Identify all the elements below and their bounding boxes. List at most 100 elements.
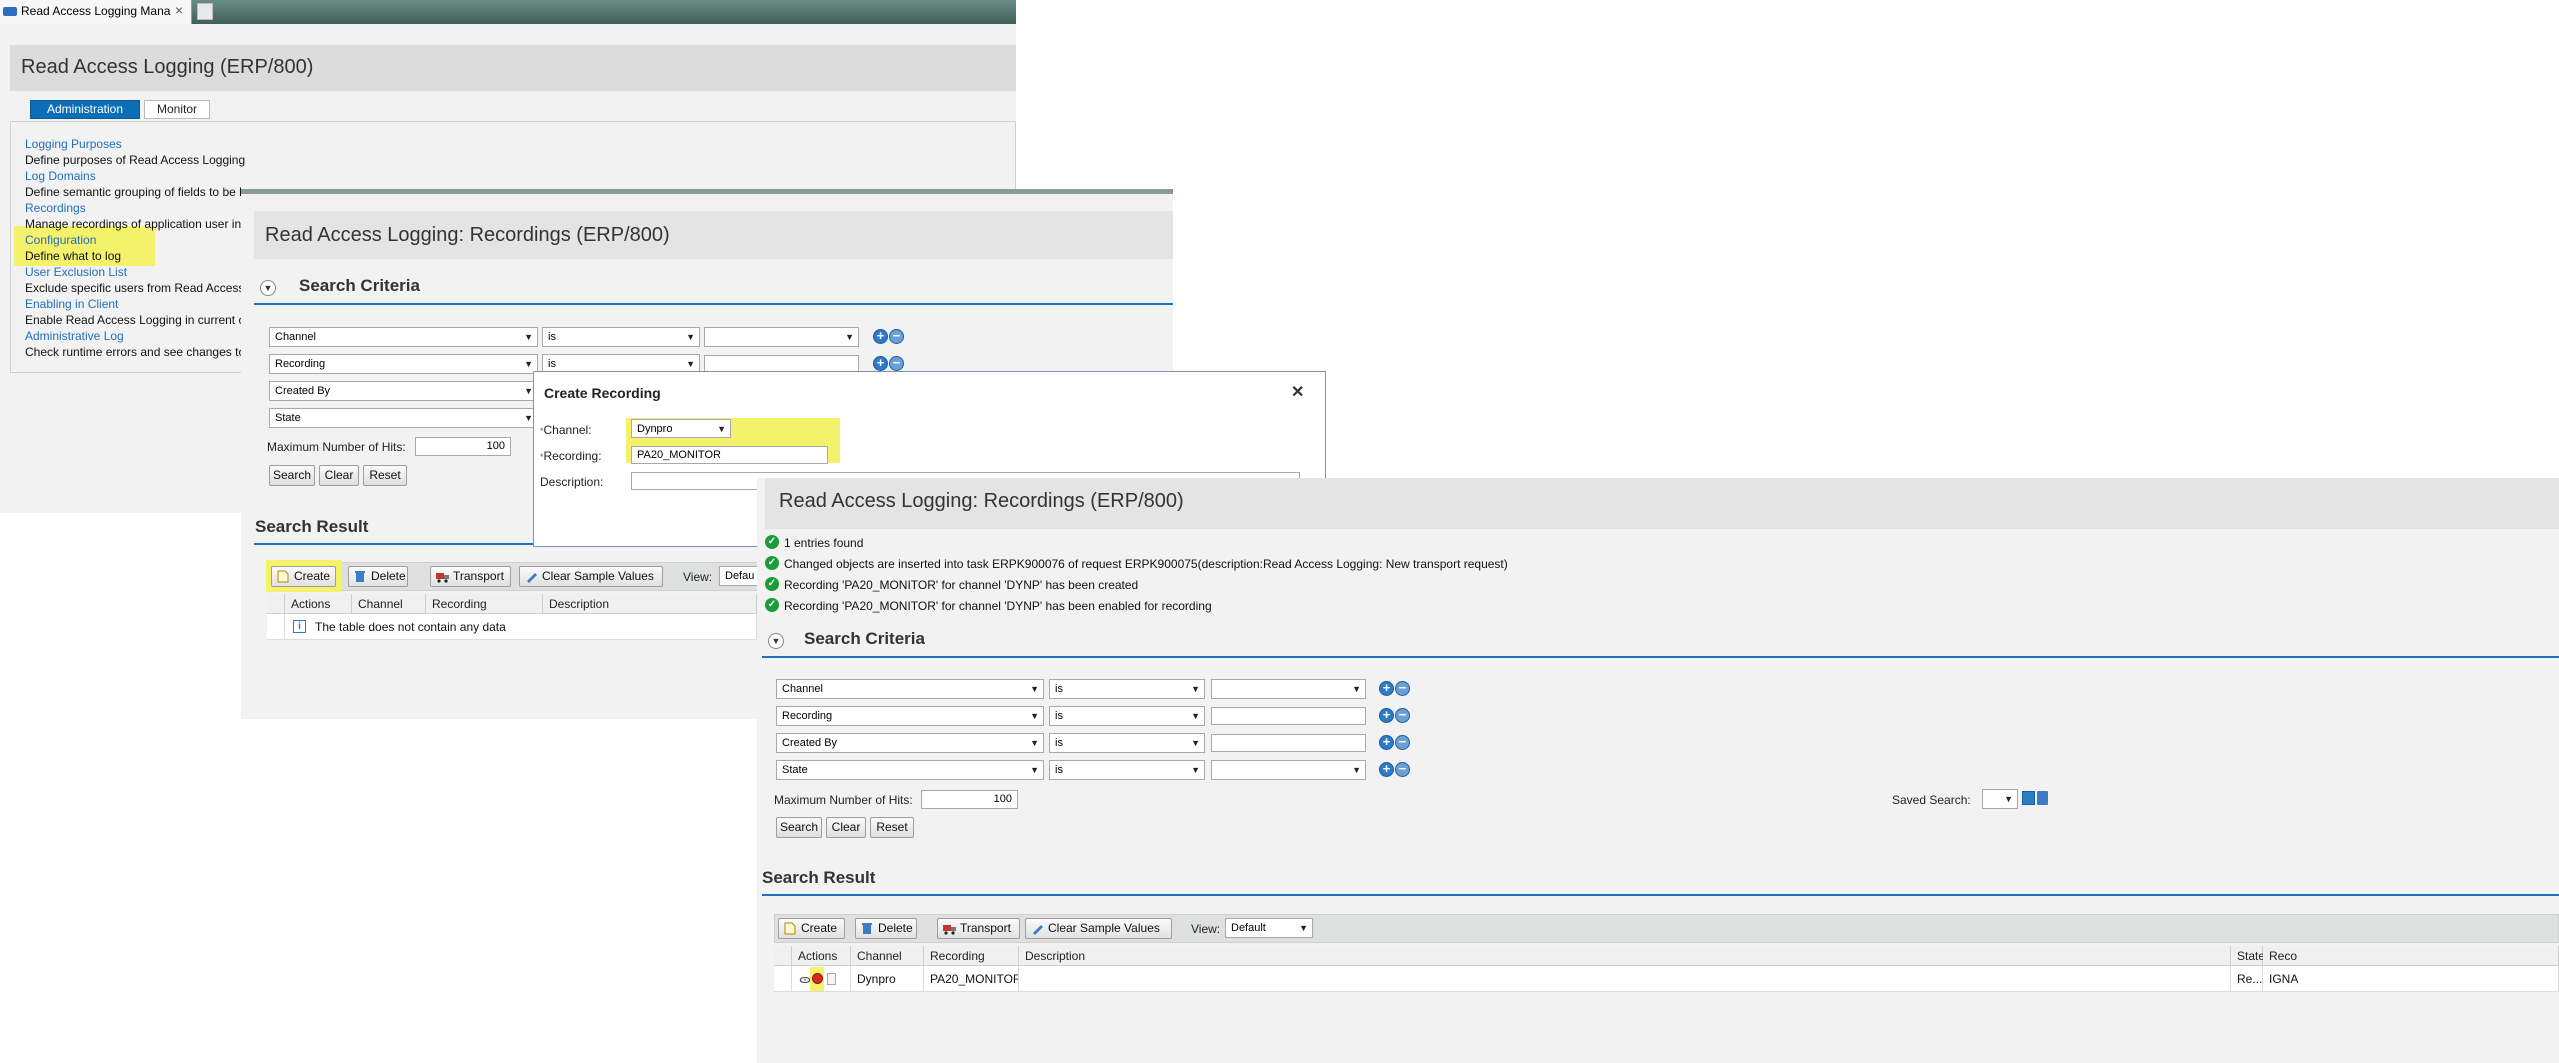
criteria-field-select[interactable]: Channel ▼ (776, 679, 1044, 699)
page-title: Read Access Logging: Recordings (ERP/800… (265, 224, 670, 246)
link-recordings[interactable]: Recordings (25, 201, 86, 215)
add-criteria-icon[interactable]: + (1379, 735, 1394, 750)
criteria-value-select[interactable]: ▼ (704, 327, 859, 347)
search-criteria-title: Search Criteria (804, 629, 925, 648)
collapse-toggle-icon[interactable]: ▼ (260, 280, 276, 296)
view-label: View: (683, 570, 713, 584)
new-tab-icon[interactable] (197, 3, 213, 20)
clear-sample-values-button[interactable]: Clear Sample Values (1025, 918, 1172, 939)
select-all-icon[interactable] (774, 946, 792, 966)
trash-icon (355, 571, 365, 582)
delete-search-icon[interactable] (2037, 791, 2048, 805)
channel-select[interactable]: Dynpro ▼ (631, 419, 731, 438)
reset-button[interactable]: Reset (870, 817, 914, 838)
transport-button[interactable]: Transport (937, 918, 1020, 939)
remove-criteria-icon[interactable]: − (889, 329, 904, 344)
column-actions[interactable]: Actions (792, 946, 851, 966)
link-log-domains[interactable]: Log Domains (25, 169, 96, 183)
sap-logo-icon (3, 7, 17, 16)
delete-button[interactable]: Delete (855, 918, 917, 939)
criteria-field-select[interactable]: State ▼ (269, 408, 538, 428)
remove-criteria-icon[interactable]: − (1395, 735, 1410, 750)
column-description[interactable]: Description (543, 594, 757, 614)
collapse-toggle-icon[interactable]: ▼ (768, 633, 784, 649)
clear-button[interactable]: Clear (826, 817, 866, 838)
browser-tab[interactable]: Read Access Logging Mana × (0, 0, 192, 24)
add-criteria-icon[interactable]: + (1379, 681, 1394, 696)
copy-icon[interactable] (827, 973, 836, 985)
tab-monitor[interactable]: Monitor (144, 100, 210, 119)
column-channel[interactable]: Channel (851, 946, 924, 966)
criteria-operator-select[interactable]: is ▼ (1049, 760, 1205, 780)
criteria-value-select[interactable]: ▼ (1211, 679, 1366, 699)
row-selector[interactable] (267, 614, 285, 640)
max-hits-input[interactable]: 100 (921, 790, 1018, 809)
column-recording[interactable]: Recording (924, 946, 1019, 966)
link-administrative-log[interactable]: Administrative Log (25, 329, 124, 343)
section-divider (762, 894, 2559, 896)
select-all-icon[interactable] (267, 594, 285, 614)
link-logging-purposes[interactable]: Logging Purposes (25, 137, 122, 151)
remove-criteria-icon[interactable]: − (889, 356, 904, 371)
criteria-value-input[interactable] (1211, 734, 1366, 752)
add-criteria-icon[interactable]: + (1379, 708, 1394, 723)
criteria-operator-select[interactable]: is ▼ (1049, 733, 1205, 753)
create-button[interactable]: Create (778, 918, 845, 939)
page-title: Read Access Logging: Recordings (ERP/800… (779, 490, 1184, 512)
close-tab-icon[interactable]: × (175, 2, 183, 18)
clear-sample-values-button[interactable]: Clear Sample Values (519, 566, 663, 587)
max-hits-label: Maximum Number of Hits: (267, 440, 406, 454)
criteria-field-select[interactable]: Recording ▼ (776, 706, 1044, 726)
criteria-field-select[interactable]: State ▼ (776, 760, 1044, 780)
column-description[interactable]: Description (1019, 946, 2231, 966)
recording-input[interactable]: PA20_MONITOR (631, 446, 828, 464)
empty-table-message: i The table does not contain any data (285, 614, 757, 640)
cell-channel: Dynpro (851, 966, 924, 992)
column-state[interactable]: State (2231, 946, 2265, 966)
view-select[interactable]: Default ▼ (1225, 918, 1313, 938)
remove-criteria-icon[interactable]: − (1395, 681, 1410, 696)
clear-button[interactable]: Clear (319, 465, 359, 486)
channel-label: *Channel: (540, 423, 592, 437)
row-selector[interactable] (774, 966, 792, 992)
criteria-field-select[interactable]: Recording ▼ (269, 354, 538, 374)
add-criteria-icon[interactable]: + (873, 329, 888, 344)
create-button[interactable]: Create (271, 566, 336, 587)
save-icon[interactable] (2022, 791, 2035, 805)
column-channel[interactable]: Channel (352, 594, 426, 614)
delete-button[interactable]: Delete (348, 566, 408, 587)
tab-administration[interactable]: Administration (30, 100, 140, 119)
add-criteria-icon[interactable]: + (1379, 762, 1394, 777)
column-recording-state[interactable]: Reco (2263, 946, 2559, 966)
search-button[interactable]: Search (269, 465, 315, 486)
info-icon: i (293, 620, 306, 633)
criteria-field-select[interactable]: Created By ▼ (269, 381, 538, 401)
link-configuration[interactable]: Configuration (25, 233, 96, 247)
search-button[interactable]: Search (776, 817, 822, 838)
success-icon: ✓ (765, 556, 779, 570)
criteria-value-input[interactable] (1211, 707, 1366, 725)
link-user-exclusion-list[interactable]: User Exclusion List (25, 265, 127, 279)
add-criteria-icon[interactable]: + (873, 356, 888, 371)
criteria-operator-select[interactable]: is ▼ (1049, 679, 1205, 699)
max-hits-input[interactable]: 100 (415, 437, 511, 456)
desc-configuration: Define what to log (25, 249, 122, 263)
stop-recording-icon[interactable] (812, 973, 823, 984)
desc-recordings: Manage recordings of application user in (25, 217, 242, 231)
saved-search-select[interactable]: ▼ (1982, 789, 2018, 809)
reset-button[interactable]: Reset (363, 465, 407, 486)
remove-criteria-icon[interactable]: − (1395, 708, 1410, 723)
criteria-field-select[interactable]: Channel ▼ (269, 327, 538, 347)
criteria-value-select[interactable]: ▼ (1211, 760, 1366, 780)
close-icon[interactable]: ✕ (1291, 382, 1304, 402)
transport-button[interactable]: Transport (430, 566, 511, 587)
criteria-operator-select[interactable]: is ▼ (542, 327, 700, 347)
criteria-operator-select[interactable]: is ▼ (1049, 706, 1205, 726)
link-enabling-in-client[interactable]: Enabling in Client (25, 297, 118, 311)
criteria-field-select[interactable]: Created By ▼ (776, 733, 1044, 753)
column-actions[interactable]: Actions (285, 594, 352, 614)
cell-recording-state: IGNA (2263, 966, 2559, 992)
remove-criteria-icon[interactable]: − (1395, 762, 1410, 777)
column-recording[interactable]: Recording (426, 594, 543, 614)
window-top-bar (241, 189, 1173, 194)
